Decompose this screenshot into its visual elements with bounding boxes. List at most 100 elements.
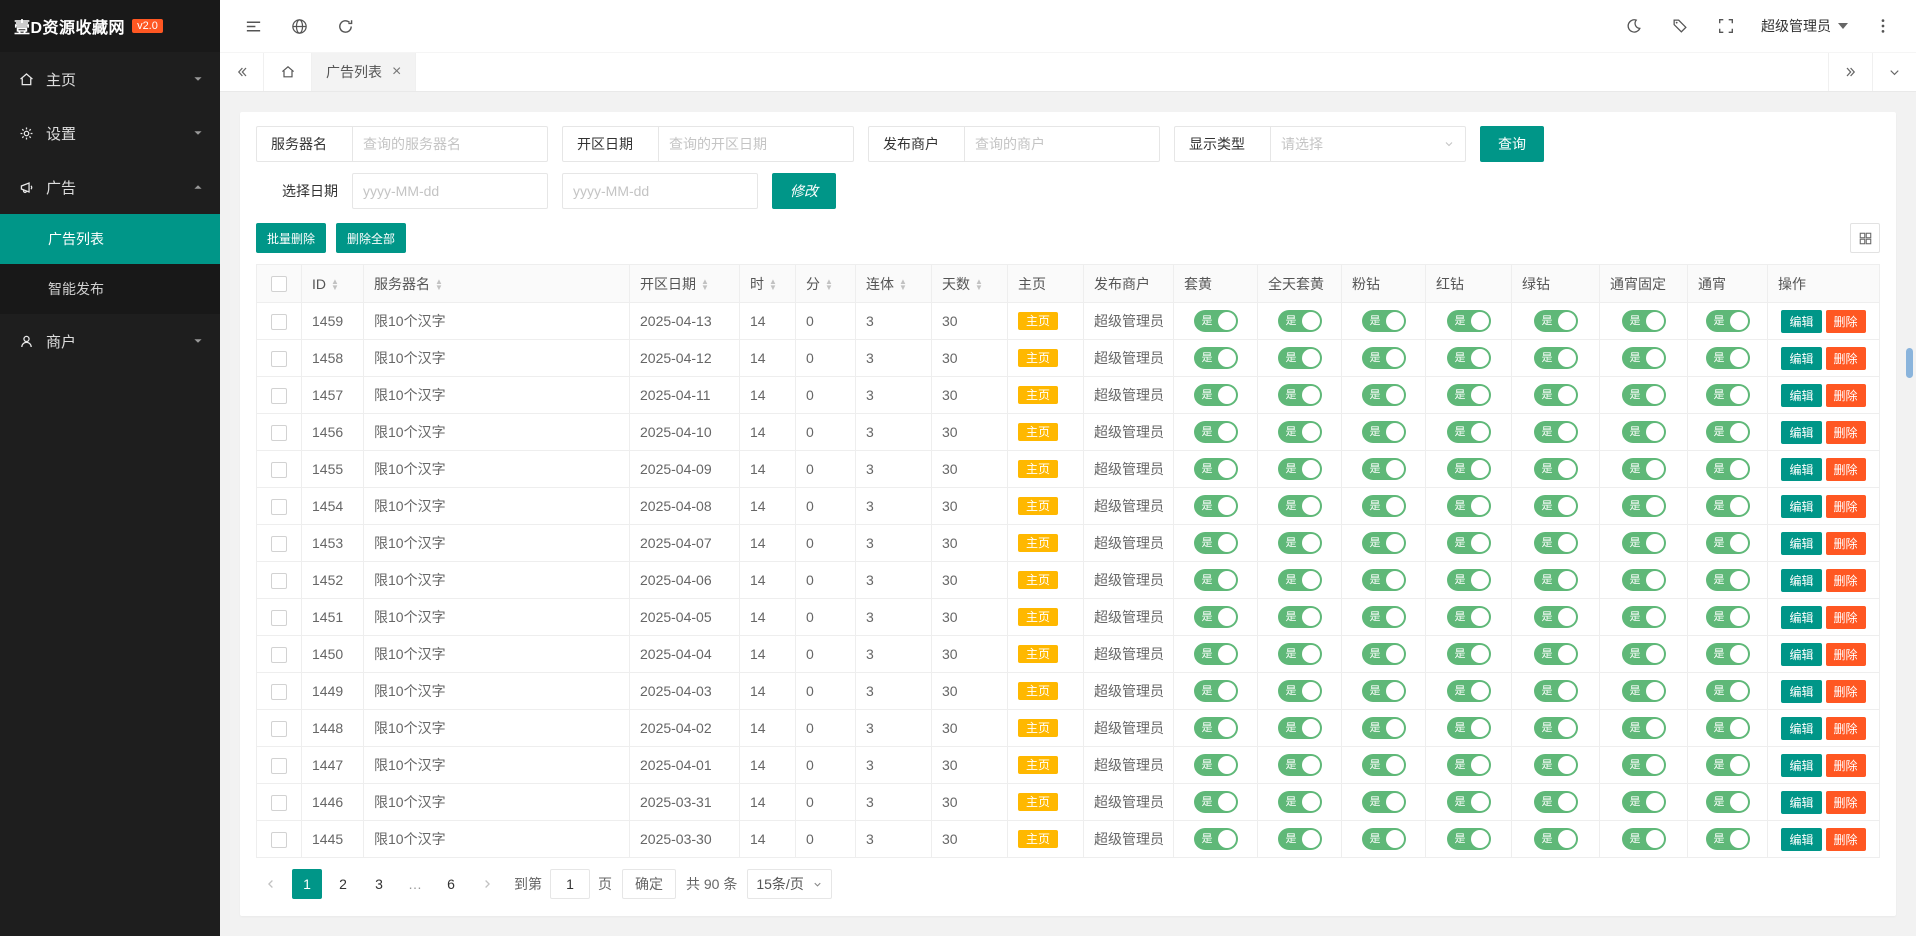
row-checkbox[interactable] bbox=[271, 647, 287, 663]
delete-button[interactable]: 删除 bbox=[1826, 569, 1866, 592]
goto-page-input[interactable] bbox=[550, 869, 590, 899]
toggle-tongxiao-fixed[interactable]: 是 bbox=[1622, 828, 1666, 850]
toggle-tongxiao[interactable]: 是 bbox=[1706, 569, 1750, 591]
toggle-taohuang[interactable]: 是 bbox=[1194, 643, 1238, 665]
sort-icon[interactable]: ▲▼ bbox=[435, 279, 443, 291]
toggle-hongzuan[interactable]: 是 bbox=[1447, 495, 1491, 517]
toggle-lvzuan[interactable]: 是 bbox=[1534, 717, 1578, 739]
toggle-taohuang[interactable]: 是 bbox=[1194, 495, 1238, 517]
sort-icon[interactable]: ▲▼ bbox=[769, 279, 777, 291]
toggle-tongxiao-fixed[interactable]: 是 bbox=[1622, 680, 1666, 702]
edit-button[interactable]: 编辑 bbox=[1781, 680, 1821, 703]
toggle-allday-taohuang[interactable]: 是 bbox=[1278, 384, 1322, 406]
row-checkbox[interactable] bbox=[271, 832, 287, 848]
tab-home[interactable] bbox=[264, 53, 312, 91]
delete-button[interactable]: 删除 bbox=[1826, 680, 1866, 703]
toggle-hongzuan[interactable]: 是 bbox=[1447, 643, 1491, 665]
toggle-hongzuan[interactable]: 是 bbox=[1447, 680, 1491, 702]
toggle-lvzuan[interactable]: 是 bbox=[1534, 421, 1578, 443]
batch-delete-button[interactable]: 批量删除 bbox=[256, 223, 326, 253]
toggle-taohuang[interactable]: 是 bbox=[1194, 717, 1238, 739]
toggle-tongxiao[interactable]: 是 bbox=[1706, 310, 1750, 332]
toggle-tongxiao[interactable]: 是 bbox=[1706, 384, 1750, 406]
pagination-page[interactable]: 1 bbox=[292, 869, 322, 899]
edit-button[interactable]: 编辑 bbox=[1781, 384, 1821, 407]
toggle-tongxiao-fixed[interactable]: 是 bbox=[1622, 347, 1666, 369]
edit-button[interactable]: 编辑 bbox=[1781, 828, 1821, 851]
toggle-allday-taohuang[interactable]: 是 bbox=[1278, 791, 1322, 813]
toggle-allday-taohuang[interactable]: 是 bbox=[1278, 458, 1322, 480]
confirm-goto-button[interactable]: 确定 bbox=[622, 869, 676, 899]
server-name-input[interactable] bbox=[352, 127, 547, 161]
edit-button[interactable]: 编辑 bbox=[1781, 421, 1821, 444]
toggle-allday-taohuang[interactable]: 是 bbox=[1278, 495, 1322, 517]
row-checkbox[interactable] bbox=[271, 573, 287, 589]
search-button[interactable]: 查询 bbox=[1480, 126, 1544, 162]
display-type-select[interactable]: 请选择 bbox=[1270, 127, 1465, 161]
toggle-taohuang[interactable]: 是 bbox=[1194, 458, 1238, 480]
toggle-allday-taohuang[interactable]: 是 bbox=[1278, 532, 1322, 554]
toggle-allday-taohuang[interactable]: 是 bbox=[1278, 347, 1322, 369]
col-header-joint[interactable]: 连体▲▼ bbox=[856, 265, 932, 303]
row-checkbox[interactable] bbox=[271, 795, 287, 811]
row-checkbox[interactable] bbox=[271, 610, 287, 626]
fullscreen-button[interactable] bbox=[1703, 0, 1749, 52]
tabs-scroll-right-button[interactable] bbox=[1828, 53, 1872, 91]
toggle-taohuang[interactable]: 是 bbox=[1194, 347, 1238, 369]
toggle-fenzuan[interactable]: 是 bbox=[1362, 569, 1406, 591]
edit-button[interactable]: 编辑 bbox=[1781, 458, 1821, 481]
tab-ad-list[interactable]: 广告列表 × bbox=[312, 53, 416, 91]
toggle-tongxiao-fixed[interactable]: 是 bbox=[1622, 421, 1666, 443]
toggle-fenzuan[interactable]: 是 bbox=[1362, 717, 1406, 739]
edit-button[interactable]: 编辑 bbox=[1781, 643, 1821, 666]
toggle-hongzuan[interactable]: 是 bbox=[1447, 532, 1491, 554]
toggle-taohuang[interactable]: 是 bbox=[1194, 532, 1238, 554]
sort-icon[interactable]: ▲▼ bbox=[899, 279, 907, 291]
toggle-tongxiao-fixed[interactable]: 是 bbox=[1622, 532, 1666, 554]
toggle-hongzuan[interactable]: 是 bbox=[1447, 754, 1491, 776]
toggle-lvzuan[interactable]: 是 bbox=[1534, 680, 1578, 702]
pagination-page[interactable]: 2 bbox=[328, 869, 358, 899]
toggle-hongzuan[interactable]: 是 bbox=[1447, 791, 1491, 813]
toggle-taohuang[interactable]: 是 bbox=[1194, 791, 1238, 813]
sidebar-item-ad-list[interactable]: 广告列表 bbox=[0, 214, 220, 264]
user-dropdown[interactable]: 超级管理员 bbox=[1749, 0, 1860, 52]
delete-button[interactable]: 删除 bbox=[1826, 606, 1866, 629]
toggle-tongxiao[interactable]: 是 bbox=[1706, 643, 1750, 665]
toggle-lvzuan[interactable]: 是 bbox=[1534, 606, 1578, 628]
toggle-hongzuan[interactable]: 是 bbox=[1447, 569, 1491, 591]
toggle-taohuang[interactable]: 是 bbox=[1194, 680, 1238, 702]
pagination-next-button[interactable] bbox=[472, 869, 502, 899]
toggle-allday-taohuang[interactable]: 是 bbox=[1278, 310, 1322, 332]
edit-button[interactable]: 编辑 bbox=[1781, 606, 1821, 629]
toggle-tongxiao-fixed[interactable]: 是 bbox=[1622, 791, 1666, 813]
open-date-input[interactable] bbox=[658, 127, 853, 161]
pagination-page[interactable]: 6 bbox=[436, 869, 466, 899]
scrollbar-thumb[interactable] bbox=[1906, 348, 1913, 378]
delete-button[interactable]: 删除 bbox=[1826, 458, 1866, 481]
edit-button[interactable]: 编辑 bbox=[1781, 532, 1821, 555]
delete-button[interactable]: 删除 bbox=[1826, 828, 1866, 851]
col-header-open-date[interactable]: 开区日期▲▼ bbox=[630, 265, 740, 303]
sort-icon[interactable]: ▲▼ bbox=[331, 279, 339, 291]
sidebar-item-ads[interactable]: 广告 bbox=[0, 160, 220, 214]
toggle-hongzuan[interactable]: 是 bbox=[1447, 421, 1491, 443]
edit-button[interactable]: 编辑 bbox=[1781, 717, 1821, 740]
date-to-input[interactable] bbox=[562, 173, 758, 209]
toggle-fenzuan[interactable]: 是 bbox=[1362, 384, 1406, 406]
delete-button[interactable]: 删除 bbox=[1826, 421, 1866, 444]
delete-button[interactable]: 删除 bbox=[1826, 791, 1866, 814]
toggle-lvzuan[interactable]: 是 bbox=[1534, 495, 1578, 517]
tabs-scroll-left-button[interactable] bbox=[220, 53, 264, 91]
row-checkbox[interactable] bbox=[271, 425, 287, 441]
refresh-button[interactable] bbox=[322, 0, 368, 52]
toggle-lvzuan[interactable]: 是 bbox=[1534, 828, 1578, 850]
toggle-tongxiao-fixed[interactable]: 是 bbox=[1622, 717, 1666, 739]
toggle-allday-taohuang[interactable]: 是 bbox=[1278, 569, 1322, 591]
toggle-hongzuan[interactable]: 是 bbox=[1447, 828, 1491, 850]
toggle-allday-taohuang[interactable]: 是 bbox=[1278, 643, 1322, 665]
edit-button[interactable]: 编辑 bbox=[1781, 791, 1821, 814]
delete-button[interactable]: 删除 bbox=[1826, 495, 1866, 518]
toggle-tongxiao[interactable]: 是 bbox=[1706, 828, 1750, 850]
col-header-id[interactable]: ID▲▼ bbox=[302, 265, 364, 303]
